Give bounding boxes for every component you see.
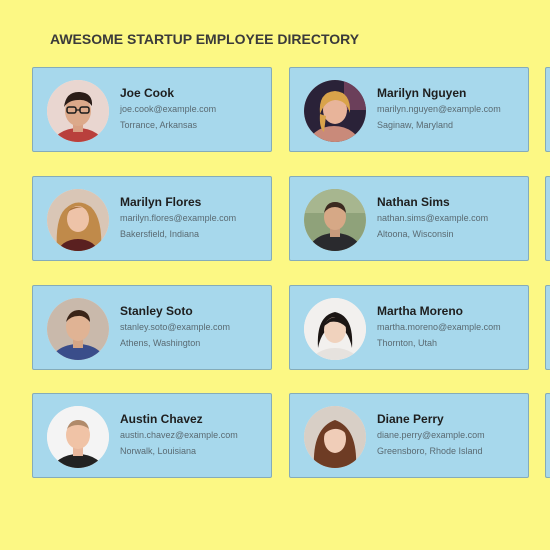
employee-email: stanley.soto@example.com (120, 322, 231, 332)
employee-location: Torrance, Arkansas (120, 120, 198, 130)
avatar (47, 406, 109, 468)
employee-email: austin.chavez@example.com (120, 430, 238, 440)
page-title: AWESOME STARTUP EMPLOYEE DIRECTORY (50, 31, 360, 47)
employee-card[interactable]: Stanley Soto stanley.soto@example.com At… (32, 285, 272, 370)
employee-name: Marilyn Nguyen (377, 86, 467, 100)
employee-name: Diane Perry (377, 412, 444, 426)
employee-card-partial[interactable] (545, 285, 550, 370)
employee-email: marilyn.nguyen@example.com (377, 104, 501, 114)
employee-card-partial[interactable] (545, 393, 550, 478)
employee-name: Marilyn Flores (120, 195, 202, 209)
employee-location: Bakersfield, Indiana (120, 229, 200, 239)
employee-card[interactable]: Marilyn Nguyen marilyn.nguyen@example.co… (289, 67, 529, 152)
employee-card[interactable]: Diane Perry diane.perry@example.com Gree… (289, 393, 529, 478)
employee-name: Austin Chavez (120, 412, 203, 426)
avatar (304, 80, 366, 142)
employee-card[interactable]: Nathan Sims nathan.sims@example.com Alto… (289, 176, 529, 261)
avatar (47, 80, 109, 142)
employee-email: joe.cook@example.com (120, 104, 217, 114)
avatar (304, 189, 366, 251)
employee-location: Altoona, Wisconsin (377, 229, 454, 239)
employee-email: martha.moreno@example.com (377, 322, 501, 332)
employee-name: Martha Moreno (377, 304, 464, 318)
employee-email: marilyn.flores@example.com (120, 213, 237, 223)
avatar (47, 189, 109, 251)
employee-location: Saginaw, Maryland (377, 120, 454, 130)
employee-location: Thornton, Utah (377, 338, 438, 348)
employee-card-partial[interactable] (545, 67, 550, 152)
employee-location: Athens, Washington (120, 338, 201, 348)
avatar (47, 298, 109, 360)
employee-name: Stanley Soto (120, 304, 193, 318)
employee-email: nathan.sims@example.com (377, 213, 489, 223)
avatar (304, 298, 366, 360)
employee-email: diane.perry@example.com (377, 430, 485, 440)
employee-name: Nathan Sims (377, 195, 450, 209)
employee-card[interactable]: Joe Cook joe.cook@example.com Torrance, … (32, 67, 272, 152)
avatar (304, 406, 366, 468)
employee-card[interactable]: Martha Moreno martha.moreno@example.com … (289, 285, 529, 370)
employee-location: Greensboro, Rhode Island (377, 446, 483, 456)
employee-card-partial[interactable] (545, 176, 550, 261)
employee-card[interactable]: Marilyn Flores marilyn.flores@example.co… (32, 176, 272, 261)
employee-name: Joe Cook (120, 86, 175, 100)
employee-location: Norwalk, Louisiana (120, 446, 197, 456)
employee-card[interactable]: Austin Chavez austin.chavez@example.com … (32, 393, 272, 478)
